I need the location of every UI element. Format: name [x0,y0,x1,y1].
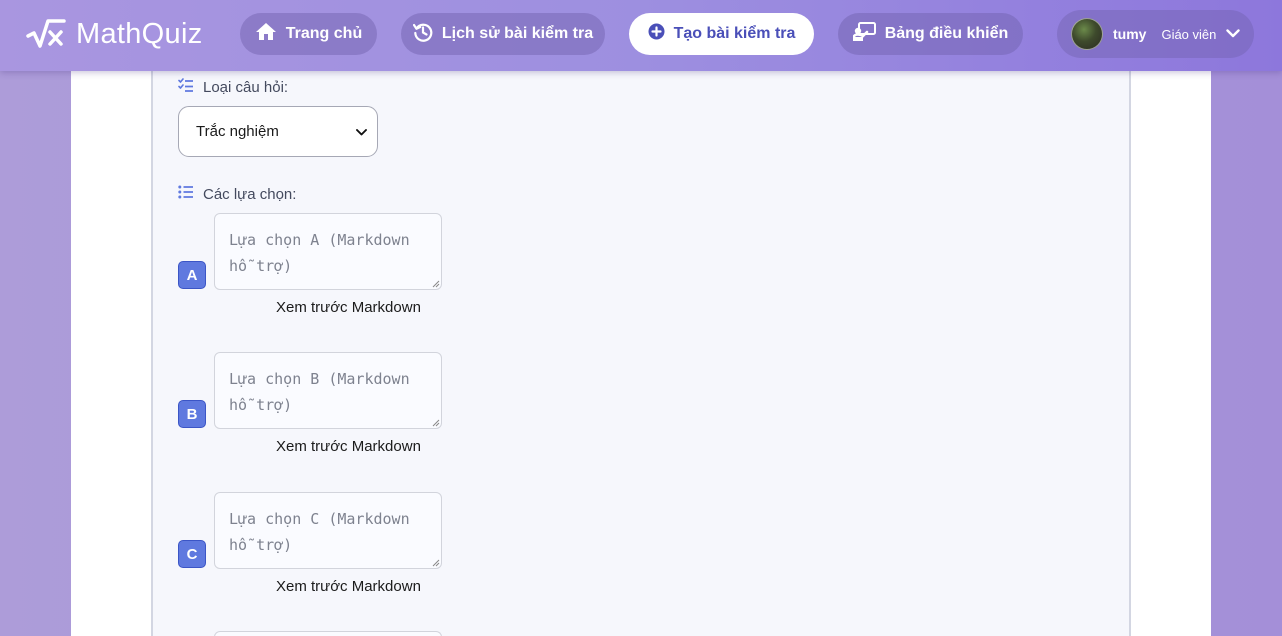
option-row-a: A Xem trước Markdown [178,213,448,323]
option-b-preview: Xem trước Markdown [276,438,421,455]
plus-circle-icon [648,23,665,45]
option-a-preview: Xem trước Markdown [276,299,421,316]
history-icon [412,22,433,47]
question-type-label: Loại câu hỏi: [178,78,288,96]
sqrt-x-icon [26,16,66,52]
page-card: Loại câu hỏi: Trắc nghiệm Các lựa chọn: … [71,71,1211,636]
user-name: tumy [1113,26,1147,42]
option-c-preview: Xem trước Markdown [276,578,421,595]
option-row-b: B Xem trước Markdown [178,352,448,462]
nav-history-button[interactable]: Lịch sử bài kiểm tra [401,13,605,55]
question-type-value: Trắc nghiệm [196,123,279,140]
option-badge-a: A [178,261,206,289]
list-icon [178,185,194,203]
brand-name: MathQuiz [76,17,203,50]
top-navbar: MathQuiz Trang chủ Lịch sử bài kiểm tra … [0,0,1282,71]
checklist-icon [178,78,194,96]
brand-logo[interactable]: MathQuiz [26,14,203,54]
option-badge-b: B [178,400,206,428]
option-c-input[interactable] [214,492,442,569]
option-b-input[interactable] [214,352,442,429]
choices-label: Các lựa chọn: [178,185,296,203]
nav-create-label: Tạo bài kiểm tra [673,25,796,42]
user-role: Giáo viên [1161,26,1217,42]
user-menu-button[interactable]: tumy Giáo viên [1057,10,1254,58]
home-icon [255,22,277,46]
question-type-select[interactable]: Trắc nghiệm [178,106,378,157]
nav-history-label: Lịch sử bài kiểm tra [441,25,594,42]
nav-dashboard-button[interactable]: Bảng điều khiển [838,13,1023,55]
option-a-input[interactable] [214,213,442,290]
avatar [1071,18,1103,50]
nav-home-label: Trang chủ [285,25,363,42]
nav-home-button[interactable]: Trang chủ [240,13,377,55]
nav-create-button[interactable]: Tạo bài kiểm tra [629,13,814,55]
chevron-down-icon [1226,25,1241,43]
nav-dashboard-label: Bảng điều khiển [884,25,1009,42]
option-d-input[interactable] [214,631,442,636]
option-badge-c: C [178,540,206,568]
option-row-c: C Xem trước Markdown [178,492,448,602]
teacher-board-icon [851,22,876,46]
question-editor-panel: Loại câu hỏi: Trắc nghiệm Các lựa chọn: … [151,71,1131,636]
chevron-down-icon [356,123,367,140]
